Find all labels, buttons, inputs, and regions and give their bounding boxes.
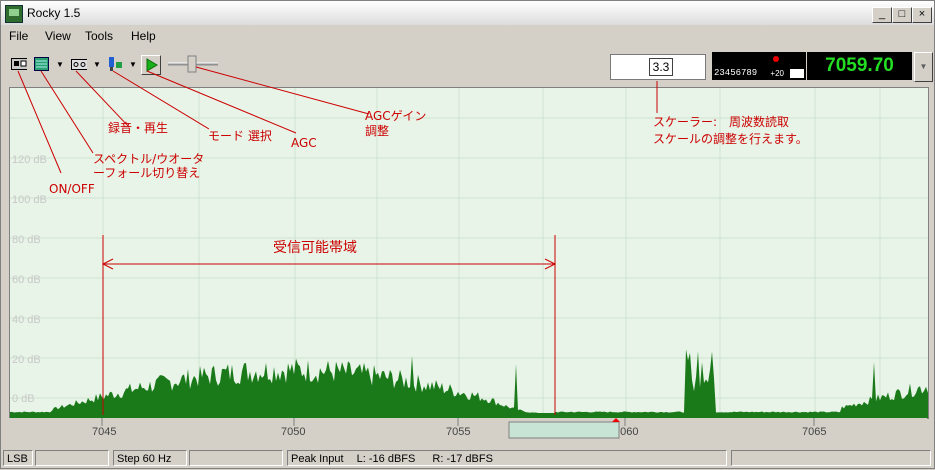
signal-trace bbox=[10, 349, 928, 414]
minimize-button[interactable]: _ bbox=[872, 7, 892, 23]
db-label: 80 dB bbox=[12, 234, 41, 246]
status-step: Step 60 Hz bbox=[113, 450, 187, 466]
db-label: 60 dB bbox=[12, 274, 41, 286]
app-icon[interactable] bbox=[5, 5, 23, 23]
tape-recorder-icon[interactable] bbox=[71, 57, 87, 71]
db-label: 120 dB bbox=[12, 154, 47, 166]
status-empty bbox=[35, 450, 109, 466]
spectrum-waterfall-icon[interactable] bbox=[34, 57, 50, 71]
power-onoff-icon[interactable] bbox=[11, 57, 27, 71]
passband-box bbox=[508, 421, 620, 439]
menu-view[interactable]: View bbox=[45, 29, 71, 43]
red-indicator-icon bbox=[773, 56, 779, 62]
chevron-down-icon[interactable]: ▼ bbox=[129, 60, 137, 69]
agc-button[interactable] bbox=[141, 55, 161, 75]
db-label: 40 dB bbox=[12, 314, 41, 326]
freq-label: 7045 bbox=[92, 426, 116, 438]
play-icon bbox=[146, 58, 158, 72]
status-bar: LSB Step 60 Hz Peak Input L: -16 dBFS R:… bbox=[1, 450, 934, 468]
menu-help[interactable]: Help bbox=[131, 29, 156, 43]
status-levels: Peak Input L: -16 dBFS R: -17 dBFS bbox=[287, 450, 727, 466]
main-window: Rocky 1.5 _ □ × File View Tools Help ▼ ▼ bbox=[0, 0, 935, 469]
status-left: L: -16 dBFS bbox=[356, 453, 416, 465]
spectrum-plot[interactable]: 120 dB 100 dB 80 dB 60 dB 40 dB 20 dB 0 … bbox=[10, 88, 928, 418]
scale-box[interactable]: 3.3 bbox=[610, 54, 706, 80]
status-peak: Peak Input bbox=[291, 453, 344, 465]
window-title: Rocky 1.5 bbox=[27, 6, 81, 20]
status-right: R: -17 dBFS bbox=[432, 453, 493, 465]
status-mode: LSB bbox=[3, 450, 33, 466]
db-label: 20 dB bbox=[12, 354, 41, 366]
indicator-box bbox=[790, 69, 804, 78]
menu-tools[interactable]: Tools bbox=[85, 29, 113, 43]
frequency-scale[interactable]: 7045 7050 7055 7060 7065 bbox=[9, 418, 927, 448]
menu-file[interactable]: File bbox=[9, 29, 28, 43]
freq-label: 7065 bbox=[802, 426, 826, 438]
mode-select-icon[interactable] bbox=[107, 57, 123, 71]
menu-bar: File View Tools Help bbox=[1, 26, 934, 46]
freq-label: 7050 bbox=[281, 426, 305, 438]
gain-label: +20 bbox=[770, 69, 784, 78]
status-empty bbox=[189, 450, 283, 466]
freq-label: 7055 bbox=[446, 426, 470, 438]
title-bar[interactable]: Rocky 1.5 _ □ × bbox=[1, 1, 934, 25]
frequency-display[interactable]: 7059.70 bbox=[807, 52, 912, 80]
db-label: 0 dB bbox=[12, 393, 35, 405]
chevron-down-icon[interactable]: ▼ bbox=[93, 60, 101, 69]
agc-gain-slider[interactable] bbox=[166, 55, 221, 73]
spectrum-panel[interactable]: 120 dB 100 dB 80 dB 60 dB 40 dB 20 dB 0 … bbox=[9, 87, 929, 419]
status-empty bbox=[731, 450, 931, 466]
digit-display[interactable]: 23456789 +20 bbox=[712, 52, 806, 80]
maximize-button[interactable]: □ bbox=[892, 7, 912, 23]
scale-input[interactable]: 3.3 bbox=[649, 58, 673, 76]
close-button[interactable]: × bbox=[912, 7, 932, 23]
spectrum-grid bbox=[10, 88, 928, 418]
tuning-digits: 23456789 bbox=[714, 68, 758, 78]
chevron-down-icon[interactable]: ▼ bbox=[56, 60, 64, 69]
db-label: 100 dB bbox=[12, 194, 47, 206]
frequency-dropdown[interactable]: ▼ bbox=[914, 52, 933, 82]
